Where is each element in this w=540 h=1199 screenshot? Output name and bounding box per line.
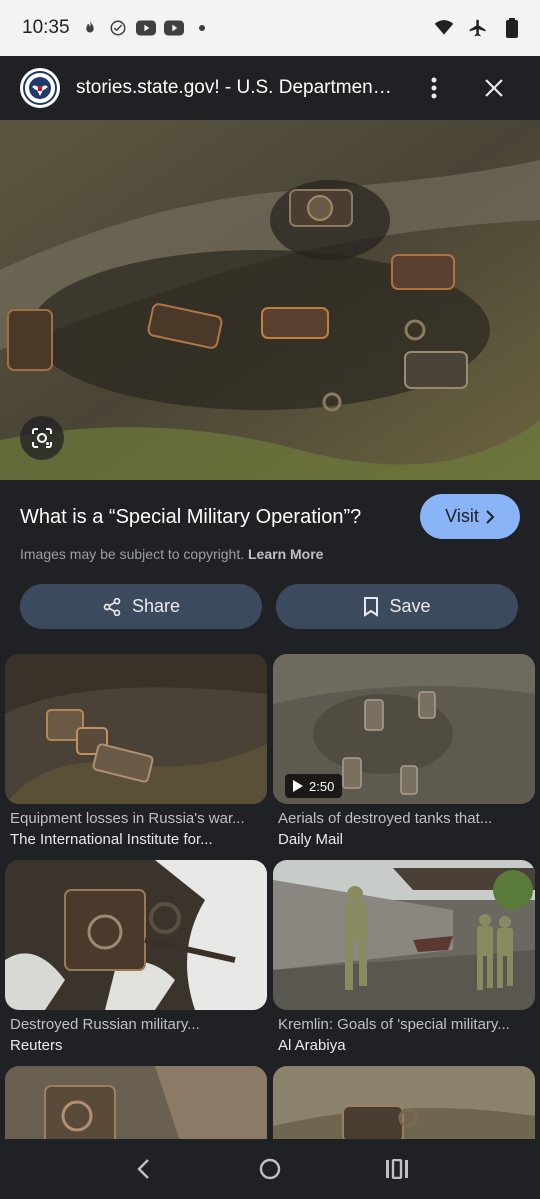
duration-text: 2:50 — [309, 778, 335, 794]
airplane-icon — [468, 18, 488, 38]
status-time: 10:35 — [22, 17, 70, 38]
result-card[interactable]: Equipment losses in Russia's war... The … — [5, 654, 267, 848]
result-thumbnail[interactable] — [273, 860, 535, 1010]
flame-icon — [80, 18, 100, 38]
bookmark-icon — [364, 596, 379, 617]
result-source: Reuters — [10, 1037, 63, 1054]
share-label: Share — [131, 596, 181, 616]
result-source: The International Institute for... — [10, 831, 213, 848]
chevron-right-icon — [486, 509, 495, 524]
save-label: Save — [389, 596, 431, 616]
result-thumbnail[interactable]: 2:50 — [273, 654, 535, 804]
result-card[interactable]: 2:50 Aerials of destroyed tanks that... … — [273, 654, 535, 848]
image-info-panel: What is a “Special Military Operation”? … — [0, 480, 540, 650]
visit-label: Visit — [445, 506, 479, 526]
system-navigation-bar — [0, 1139, 540, 1199]
viewer-header: stories.state.gov! - U.S. Department o..… — [0, 56, 540, 120]
home-icon[interactable] — [246, 1145, 294, 1193]
youtube-icon — [135, 18, 156, 38]
site-title[interactable]: stories.state.gov! - U.S. Department o..… — [76, 77, 396, 99]
hero-image[interactable] — [0, 120, 540, 480]
video-duration-badge: 2:50 — [285, 774, 343, 798]
recents-icon[interactable] — [373, 1145, 421, 1193]
visit-button[interactable]: Visit — [420, 494, 520, 539]
result-title: Kremlin: Goals of 'special military... — [278, 1016, 510, 1033]
result-title: Equipment losses in Russia's war... — [10, 810, 245, 827]
back-icon[interactable] — [119, 1145, 167, 1193]
youtube-icon — [163, 18, 184, 38]
result-thumbnail[interactable] — [5, 654, 267, 804]
result-title: Aerials of destroyed tanks that... — [278, 810, 493, 827]
more-vert-icon[interactable] — [414, 68, 454, 108]
result-source: Al Arabiya — [278, 1037, 346, 1054]
google-lens-icon[interactable] — [20, 416, 64, 460]
share-icon — [103, 597, 121, 616]
play-icon — [293, 780, 303, 792]
check-circle-icon — [108, 18, 128, 38]
battery-icon — [502, 18, 522, 38]
wifi-icon — [434, 18, 454, 38]
result-source: Daily Mail — [278, 831, 344, 848]
system-icons — [434, 18, 522, 38]
save-button[interactable]: Save — [276, 584, 518, 629]
result-card[interactable]: Destroyed Russian military... Reuters — [5, 860, 267, 1054]
result-card[interactable]: Kremlin: Goals of 'special military... A… — [273, 860, 535, 1054]
share-button[interactable]: Share — [20, 584, 262, 629]
page-heading: What is a “Special Military Operation”? — [20, 506, 362, 528]
status-bar: 10:35 — [0, 0, 540, 56]
state-department-seal-icon[interactable] — [20, 68, 60, 108]
dot-icon — [192, 18, 212, 38]
close-icon[interactable] — [474, 68, 514, 108]
learn-more-link[interactable]: Learn More — [248, 546, 323, 562]
notification-icons — [80, 18, 212, 38]
result-thumbnail[interactable] — [5, 860, 267, 1010]
copyright-notice: Images may be subject to copyright. Lear… — [20, 546, 323, 562]
copyright-text: Images may be subject to copyright. — [20, 546, 245, 562]
result-title: Destroyed Russian military... — [10, 1016, 200, 1033]
